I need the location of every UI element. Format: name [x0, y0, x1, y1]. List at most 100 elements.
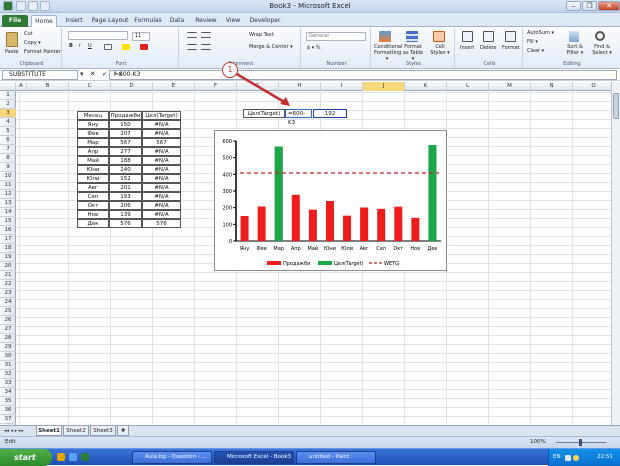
- sales-bar[interactable]: [240, 216, 249, 241]
- table-cell[interactable]: Мар: [77, 138, 109, 147]
- task-browser[interactable]: Aula.bg - Question - ...: [132, 451, 212, 464]
- sales-bar[interactable]: [411, 217, 420, 241]
- volume-icon[interactable]: [573, 455, 579, 461]
- table-cell[interactable]: #N/A: [142, 129, 181, 138]
- row-header[interactable]: 18: [0, 244, 16, 253]
- row-header[interactable]: 34: [0, 388, 16, 397]
- tab-sheet2[interactable]: Sheet2: [63, 426, 89, 436]
- sort-filter-icon[interactable]: [569, 31, 579, 42]
- table-cell[interactable]: Май: [77, 156, 109, 165]
- align-center-icon[interactable]: [201, 44, 211, 50]
- table-cell[interactable]: Авг: [77, 183, 109, 192]
- table-cell[interactable]: 206: [109, 201, 142, 210]
- column-header-k[interactable]: K: [405, 82, 447, 91]
- table-cell[interactable]: #N/A: [142, 165, 181, 174]
- tab-sheet1[interactable]: Sheet1: [36, 426, 62, 436]
- currency-button[interactable]: $ ▾ %: [307, 45, 321, 51]
- zoom-level[interactable]: 100%: [530, 437, 546, 448]
- formula-input[interactable]: =600-K3: [109, 70, 617, 80]
- row-header[interactable]: 35: [0, 397, 16, 406]
- table-cell[interactable]: 277: [109, 147, 142, 156]
- table-cell[interactable]: 567: [142, 138, 181, 147]
- clear-button[interactable]: Clear ▾: [527, 48, 544, 54]
- format-button[interactable]: Format: [502, 45, 520, 51]
- delete-cells-icon[interactable]: [483, 31, 494, 42]
- table-cell[interactable]: 201: [109, 183, 142, 192]
- tab-review[interactable]: Review: [192, 15, 220, 27]
- autosum-button[interactable]: AutoSum ▾: [527, 30, 554, 36]
- tab-sheet3[interactable]: Sheet3: [90, 426, 116, 436]
- bold-button[interactable]: B: [69, 43, 73, 49]
- wrap-text-button[interactable]: Wrap Text: [249, 32, 274, 38]
- tab-file[interactable]: File: [2, 15, 28, 27]
- sales-bar[interactable]: [377, 208, 386, 241]
- insert-button[interactable]: Insert: [460, 45, 474, 51]
- tab-formulas[interactable]: Formulas: [133, 15, 163, 27]
- network-icon[interactable]: [565, 455, 571, 461]
- borders-icon[interactable]: [104, 44, 112, 50]
- row-header[interactable]: 27: [0, 325, 16, 334]
- row-header[interactable]: 36: [0, 406, 16, 415]
- column-header-b[interactable]: B: [27, 82, 69, 91]
- tab-data[interactable]: Data: [166, 15, 188, 27]
- row-header[interactable]: 1: [0, 91, 16, 100]
- sales-bar[interactable]: [360, 207, 369, 242]
- sales-bar[interactable]: [394, 206, 403, 241]
- column-header-j[interactable]: J: [363, 82, 405, 91]
- align-left-icon[interactable]: [187, 44, 197, 50]
- row-header[interactable]: 17: [0, 235, 16, 244]
- table-cell[interactable]: Юли: [77, 174, 109, 183]
- vertical-scrollbar[interactable]: [611, 82, 620, 425]
- row-header[interactable]: 6: [0, 136, 16, 145]
- select-all-corner[interactable]: [0, 82, 16, 91]
- sales-bar[interactable]: [343, 215, 352, 241]
- table-cell[interactable]: 139: [109, 210, 142, 219]
- row-header[interactable]: 3: [0, 109, 16, 118]
- delete-button[interactable]: Delete: [480, 45, 496, 51]
- row-header[interactable]: 30: [0, 352, 16, 361]
- row-header[interactable]: 25: [0, 307, 16, 316]
- row-header[interactable]: 26: [0, 316, 16, 325]
- table-cell[interactable]: Дек: [77, 219, 109, 228]
- cell-styles-button[interactable]: Cell Styles ▾: [429, 44, 451, 56]
- chart[interactable]: 0 100 200 300 400 500 600 Яну Фев Мар Апр Май Юни Юли…: [214, 130, 447, 271]
- quicklaunch-icon[interactable]: [81, 453, 89, 461]
- row-header[interactable]: 7: [0, 145, 16, 154]
- table-cell[interactable]: Фев: [77, 129, 109, 138]
- table-cell[interactable]: #N/A: [142, 147, 181, 156]
- conditional-formatting-icon[interactable]: [379, 31, 391, 42]
- table-cell[interactable]: 567: [109, 138, 142, 147]
- table-cell[interactable]: #N/A: [142, 192, 181, 201]
- table-cell[interactable]: #N/A: [142, 210, 181, 219]
- row-header[interactable]: 10: [0, 172, 16, 181]
- row-header[interactable]: 15: [0, 217, 16, 226]
- sales-bar[interactable]: [291, 194, 300, 241]
- column-header-i[interactable]: I: [321, 82, 363, 91]
- tab-home[interactable]: Home: [31, 15, 57, 27]
- column-header-d[interactable]: D: [111, 82, 153, 91]
- find-select-icon[interactable]: [595, 31, 605, 41]
- quicklaunch-icon[interactable]: [69, 453, 77, 461]
- row-header[interactable]: 22: [0, 280, 16, 289]
- sales-bar[interactable]: [325, 201, 334, 241]
- align-top-icon[interactable]: [187, 32, 197, 38]
- font-size-select[interactable]: 11: [132, 32, 150, 41]
- underline-button[interactable]: U: [88, 43, 92, 49]
- row-header[interactable]: 21: [0, 271, 16, 280]
- column-header-e[interactable]: E: [153, 82, 195, 91]
- row-header[interactable]: 33: [0, 379, 16, 388]
- cell-styles-icon[interactable]: [433, 31, 445, 42]
- column-header-c[interactable]: C: [69, 82, 111, 91]
- table-cell[interactable]: Окт: [77, 201, 109, 210]
- sales-bar[interactable]: [257, 206, 266, 242]
- fill-button[interactable]: Fill ▾: [527, 39, 538, 45]
- column-header-l[interactable]: L: [447, 82, 489, 91]
- row-header[interactable]: 5: [0, 127, 16, 136]
- sort-filter-button[interactable]: Sort & Filter ▾: [564, 44, 586, 56]
- table-cell[interactable]: 576: [142, 219, 181, 228]
- scroll-thumb[interactable]: [613, 93, 619, 119]
- insert-sheet-icon[interactable]: ✚: [117, 426, 129, 436]
- table-cell[interactable]: #N/A: [142, 156, 181, 165]
- paste-button[interactable]: Paste: [5, 49, 19, 55]
- name-box[interactable]: SUBSTITUTE: [2, 70, 78, 80]
